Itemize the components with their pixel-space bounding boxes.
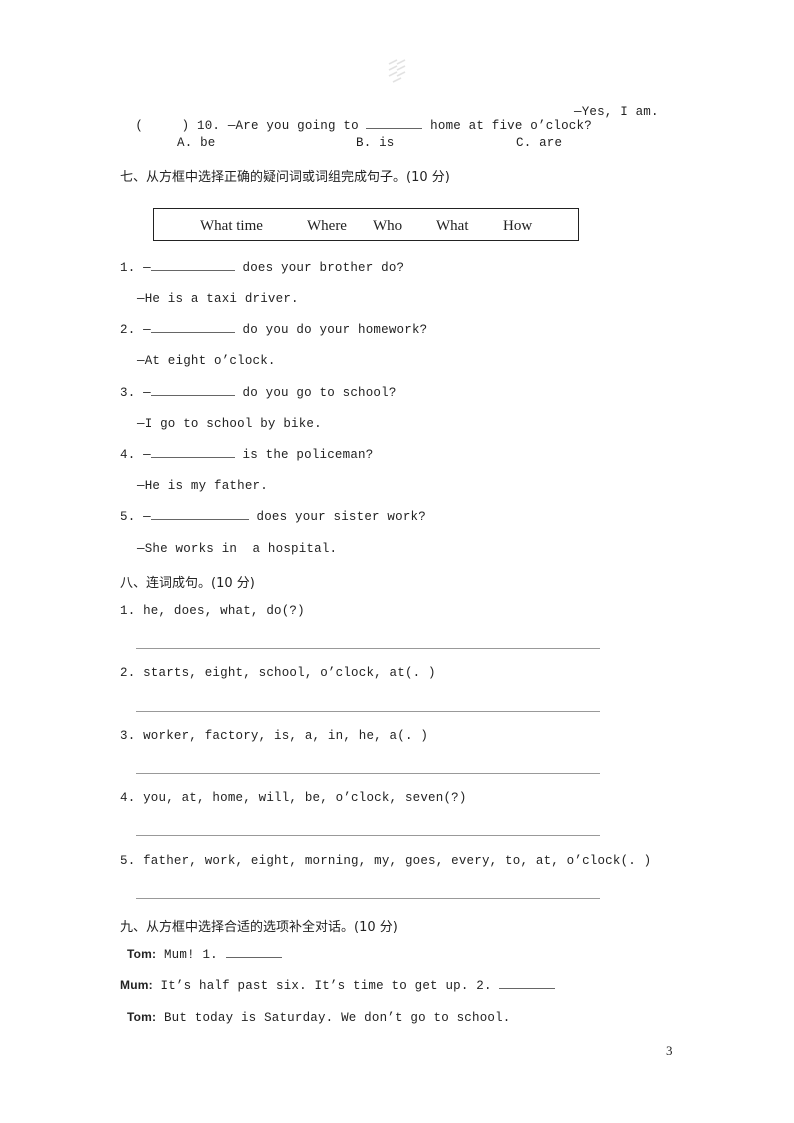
s7-answer-2: —At eight o’clock. bbox=[137, 354, 276, 368]
answer-line[interactable] bbox=[136, 648, 600, 649]
fill-blank[interactable] bbox=[150, 394, 235, 396]
item-question: does your brother do? bbox=[242, 261, 405, 275]
fill-blank[interactable] bbox=[150, 269, 235, 271]
speaker-label: Tom: bbox=[127, 1010, 157, 1024]
fill-blank[interactable] bbox=[150, 331, 235, 333]
s7-item-4: 4. — is the policeman? bbox=[120, 448, 373, 462]
question-prompt-after: home at five o’clock? bbox=[430, 119, 592, 133]
fill-blank[interactable] bbox=[150, 456, 235, 458]
section-7-heading: 七、从方框中选择正确的疑问词或词组完成句子。(10 分) bbox=[120, 170, 450, 185]
item-number: 4. — bbox=[120, 448, 151, 462]
word-option: Where bbox=[307, 218, 347, 234]
item-number: 2. — bbox=[120, 323, 151, 337]
answer-line[interactable] bbox=[136, 773, 600, 774]
speaker-label: Tom: bbox=[127, 947, 157, 961]
s7-answer-4: —He is my father. bbox=[137, 479, 268, 493]
item-question: is the policeman? bbox=[242, 448, 374, 462]
answer-paren[interactable]: ( ) bbox=[135, 119, 189, 133]
section-9-heading: 九、从方框中选择合适的选项补全对话。(10 分) bbox=[120, 920, 398, 935]
answer-line[interactable] bbox=[136, 898, 600, 899]
option-c: C. are bbox=[516, 136, 563, 150]
item-number: 3. — bbox=[120, 386, 151, 400]
fill-blank[interactable] bbox=[499, 987, 556, 989]
s7-answer-1: —He is a taxi driver. bbox=[137, 292, 299, 306]
item-number: 1. — bbox=[120, 261, 151, 275]
dialogue-text: Mum! 1. bbox=[163, 948, 218, 962]
question-prompt-before: —Are you going to bbox=[227, 119, 359, 133]
s8-item-1: 1. he, does, what, do(?) bbox=[120, 604, 305, 618]
item-question: do you go to school? bbox=[242, 386, 397, 400]
s8-item-4: 4. you, at, home, will, be, o’clock, sev… bbox=[120, 791, 467, 805]
speaker-label: Mum: bbox=[120, 978, 153, 992]
s7-item-2: 2. — do you do your homework? bbox=[120, 323, 427, 337]
question-number: 10. bbox=[197, 119, 221, 133]
watermark-icon bbox=[388, 59, 406, 83]
answer-line[interactable] bbox=[136, 835, 600, 836]
word-option: What time bbox=[200, 218, 263, 234]
s7-answer-5: —She works in a hospital. bbox=[137, 542, 338, 556]
dialogue-text: But today is Saturday. We don’t go to sc… bbox=[163, 1011, 511, 1025]
question-10-response: —Yes, I am. bbox=[574, 105, 659, 119]
word-box: What time Where Who What How bbox=[153, 208, 579, 241]
option-a: A. be bbox=[177, 136, 216, 150]
page-number: 3 bbox=[666, 1043, 673, 1058]
s8-item-5: 5. father, work, eight, morning, my, goe… bbox=[120, 854, 652, 868]
dialogue-line-1: Tom: Mum! 1. bbox=[127, 947, 282, 962]
option-b: B. is bbox=[356, 136, 395, 150]
dialogue-line-2: Mum: It’s half past six. It’s time to ge… bbox=[120, 978, 556, 993]
s7-item-5: 5. — does your sister work? bbox=[120, 510, 426, 524]
fill-blank[interactable] bbox=[225, 956, 282, 958]
dialogue-line-3: Tom: But today is Saturday. We don’t go … bbox=[127, 1010, 511, 1025]
word-option: What bbox=[436, 218, 469, 234]
s7-answer-3: —I go to school by bike. bbox=[137, 417, 322, 431]
s7-item-3: 3. — do you go to school? bbox=[120, 386, 397, 400]
s8-item-2: 2. starts, eight, school, o’clock, at(. … bbox=[120, 666, 436, 680]
s7-item-1: 1. — does your brother do? bbox=[120, 261, 404, 275]
section-8-heading: 八、连词成句。(10 分) bbox=[120, 576, 255, 591]
dialogue-text: It’s half past six. It’s time to get up.… bbox=[160, 979, 492, 993]
answer-line[interactable] bbox=[136, 711, 600, 712]
question-10: ( ) 10. —Are you going to home at five o… bbox=[120, 105, 592, 133]
fill-blank[interactable] bbox=[366, 127, 423, 129]
s8-item-3: 3. worker, factory, is, a, in, he, a(. ) bbox=[120, 729, 429, 743]
item-number: 5. — bbox=[120, 510, 151, 524]
item-question: does your sister work? bbox=[256, 510, 426, 524]
item-question: do you do your homework? bbox=[242, 323, 428, 337]
word-option: How bbox=[503, 218, 533, 234]
fill-blank[interactable] bbox=[150, 518, 249, 520]
word-option: Who bbox=[373, 218, 403, 234]
